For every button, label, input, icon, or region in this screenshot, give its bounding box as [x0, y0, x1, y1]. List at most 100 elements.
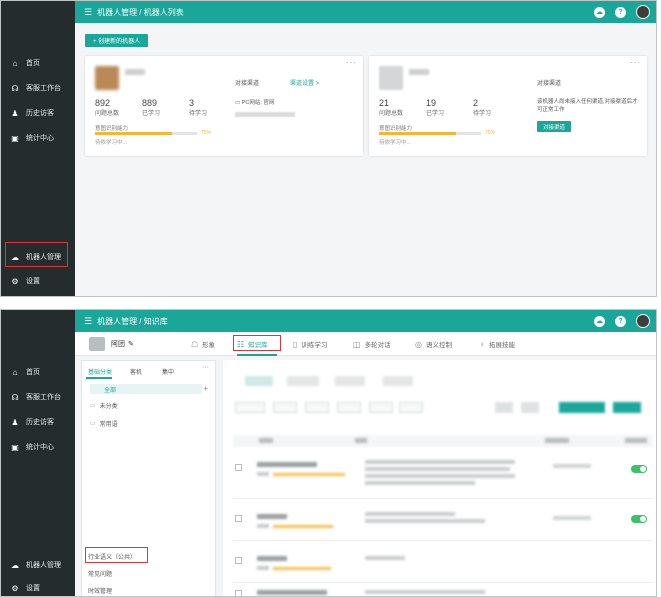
channel-line: ▭ PC网站: 官网: [235, 100, 275, 106]
sidebar-item-label: 设置: [26, 278, 40, 285]
highlight-industry-semantic: [85, 547, 148, 563]
sidebar-item-stats[interactable]: ▣ 统计中心: [1, 128, 75, 148]
row-checkbox[interactable]: [235, 464, 242, 471]
row-divider: [233, 498, 653, 499]
help-icon[interactable]: ?: [615, 315, 626, 327]
row-checkbox[interactable]: [235, 590, 242, 596]
cloud-icon[interactable]: ☁: [594, 6, 605, 18]
robot-tabs-bar: 阿团 ✎ ☖ 形象 ☷ 知识库 ▯ 训练学习 ◫ 多轮对话 ◎ 语义控制 ♀ 拓展技能: [75, 332, 656, 356]
sidebar-item-settings[interactable]: ⚙ 设置: [1, 578, 75, 596]
toolbar-button[interactable]: [235, 402, 265, 413]
filter-tab[interactable]: [383, 376, 413, 386]
enable-toggle[interactable]: [631, 515, 647, 523]
category-all[interactable]: 全部: [90, 384, 202, 394]
tab-category-3[interactable]: 集中: [162, 367, 174, 376]
row-checkbox[interactable]: [235, 557, 242, 564]
add-icon[interactable]: +: [203, 384, 208, 393]
avatar[interactable]: [636, 314, 650, 328]
sidebar-item-service-desk[interactable]: ☊ 客服工作台: [1, 78, 75, 98]
history-icon: ♟: [11, 108, 19, 118]
highlight-robot-management: [5, 242, 68, 267]
menu-icon[interactable]: ☰: [84, 316, 92, 327]
row-checkbox[interactable]: [235, 515, 242, 522]
sidebar-item-settings[interactable]: ⚙ 设置: [1, 271, 75, 291]
filter-dropdown[interactable]: [495, 402, 513, 413]
row-divider: [233, 540, 653, 541]
filter-tab[interactable]: [245, 376, 273, 386]
robot-card[interactable]: ··· 21 问题总数 19 已学习 2 待学习 意图识别能力 75% 待依学习…: [369, 56, 647, 156]
stat-label: 已学习: [426, 111, 445, 117]
avatar[interactable]: [636, 5, 650, 19]
tab-semantic[interactable]: ◎ 语义控制: [415, 339, 452, 350]
stat-label: 已学习: [142, 111, 161, 117]
stat-value: 892: [95, 98, 111, 108]
toolbar-button[interactable]: [399, 402, 423, 413]
robot-name-blurred: [125, 69, 145, 75]
more-icon[interactable]: ···: [630, 58, 641, 67]
history-icon: ♟: [11, 417, 19, 427]
sidebar-item-home[interactable]: ⌂ 首页: [1, 53, 75, 73]
menu-icon[interactable]: ☰: [84, 7, 92, 18]
channel-heading: 对接渠道: [235, 81, 260, 87]
category-item[interactable]: ▭ 常用语: [90, 419, 118, 428]
sidebar-item-home[interactable]: ⌂ 首页: [1, 362, 75, 382]
page-title: 机器人管理 / 机器人列表: [97, 7, 184, 17]
sidebar-item-robot-management[interactable]: ☁ 机器人管理: [1, 555, 75, 575]
connect-channel-button[interactable]: 对接渠道: [537, 121, 572, 132]
filter-dropdown[interactable]: [521, 402, 539, 413]
channel-settings-link[interactable]: 渠道设置 >: [290, 78, 319, 87]
waiting-text: 待依学习中...: [379, 140, 412, 146]
toolbar-button[interactable]: [273, 402, 297, 413]
category-timeliness[interactable]: 时效管理: [88, 586, 112, 595]
robot-avatar: [89, 337, 105, 351]
robot-avatar: [95, 66, 119, 90]
toolbar-button[interactable]: [337, 402, 361, 413]
category-faq[interactable]: 常见问题: [88, 569, 112, 578]
sidebar-item-label: 统计中心: [26, 444, 54, 451]
gear-icon: ⚙: [11, 276, 19, 286]
highlight-knowledge-tab: [233, 335, 281, 351]
filter-tab[interactable]: [287, 376, 319, 386]
sidebar-item-history[interactable]: ♟ 历史访客: [1, 103, 75, 123]
tab-category-2[interactable]: 客机: [130, 367, 142, 376]
folder-icon: ▭: [90, 421, 96, 427]
filter-tab[interactable]: [335, 376, 365, 386]
tab-image[interactable]: ☖ 形象: [191, 339, 215, 350]
sidebar-item-stats[interactable]: ▣ 统计中心: [1, 437, 75, 457]
robot-avatar: [379, 66, 403, 90]
sidebar-item-label: 统计中心: [26, 135, 54, 142]
bulb-icon: ♀: [479, 339, 485, 349]
toolbar-button[interactable]: [369, 402, 393, 413]
book-icon: ▯: [293, 339, 298, 349]
create-robot-button[interactable]: + 创建新的机器人: [85, 34, 149, 47]
edit-icon[interactable]: ✎: [128, 340, 134, 348]
add-knowledge-button[interactable]: [559, 402, 605, 413]
enable-toggle[interactable]: [631, 465, 647, 473]
toolbar-button[interactable]: [305, 402, 329, 413]
import-button[interactable]: [613, 402, 641, 413]
help-icon[interactable]: ?: [615, 6, 626, 18]
more-icon[interactable]: ···: [346, 58, 357, 67]
stat-value: 889: [142, 98, 158, 108]
row-divider: [233, 582, 653, 583]
category-item[interactable]: ▭ 未分类: [90, 401, 118, 410]
tab-basic-category[interactable]: 基础分类: [88, 367, 112, 376]
sidebar-item-history[interactable]: ♟ 历史访客: [1, 412, 75, 432]
channel-line-blurred: [235, 112, 295, 117]
tab-training[interactable]: ▯ 训练学习: [293, 339, 327, 350]
subtab-indicator: [86, 377, 112, 379]
robot-card[interactable]: ··· 892 问题总数 889 已学习 3 待学习 意图识别能力 75% 待依…: [85, 56, 363, 156]
cloud-icon[interactable]: ☁: [594, 315, 605, 327]
monitor-icon: ▭: [235, 100, 242, 106]
stat-value: 19: [426, 98, 437, 108]
chart-icon: ▣: [11, 442, 19, 452]
sidebar-item-service-desk[interactable]: ☊ 客服工作台: [1, 387, 75, 407]
more-icon[interactable]: ···: [202, 364, 209, 371]
sidebar-item-label: 客服工作台: [26, 394, 61, 401]
ability-progress-bar: [95, 132, 197, 135]
tab-multi-dialog[interactable]: ◫ 多轮对话: [353, 339, 391, 350]
home-icon: ⌂: [12, 367, 18, 377]
ability-progress-bar: [379, 132, 481, 135]
tab-skills[interactable]: ♀ 拓展技能: [479, 339, 515, 350]
sidebar-item-label: 首页: [26, 60, 40, 67]
